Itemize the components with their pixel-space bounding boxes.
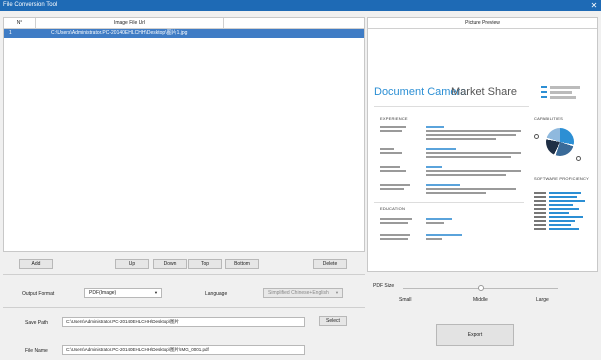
title-bar: File Conversion Tool ✕: [0, 0, 601, 11]
output-format-label: Output Format: [22, 291, 55, 297]
row-url: C:\Users\Administrator.PC-20140EHLCHH\De…: [51, 30, 188, 36]
image-file-list[interactable]: N° Image File Url 1 C:\Users\Administrat…: [3, 17, 365, 252]
chevron-down-icon: ▼: [335, 290, 339, 295]
column-header-number[interactable]: N°: [4, 18, 36, 29]
window-title: File Conversion Tool: [3, 2, 58, 8]
divider: [3, 307, 365, 308]
output-format-value: PDF(Image): [89, 290, 117, 296]
pdf-size-middle: Middle: [473, 297, 488, 303]
preview-header: Picture Preview: [368, 18, 597, 29]
delete-button[interactable]: Delete: [313, 259, 347, 269]
export-button[interactable]: Export: [436, 324, 514, 346]
output-format-select[interactable]: PDF(Image) ▼: [84, 288, 162, 298]
doc-section-experience: EXPERIENCE: [380, 116, 408, 121]
picture-preview-panel: Picture Preview Document Camera Market S…: [367, 17, 598, 272]
top-button[interactable]: Top: [188, 259, 222, 269]
doc-side-capabilities: CAPABILITIES: [534, 116, 564, 121]
save-path-label: Save Path: [25, 320, 49, 326]
file-name-field[interactable]: C:\Users\Administrator.PC-20140EHLCHH\De…: [62, 345, 305, 355]
doc-section-education: EDUCATION: [380, 206, 406, 211]
bottom-button[interactable]: Bottom: [225, 259, 259, 269]
capabilities-pie: [546, 128, 574, 156]
list-header: N° Image File Url: [4, 18, 364, 29]
pdf-size-large: Large: [536, 297, 549, 303]
select-button[interactable]: Select: [319, 316, 347, 326]
language-select[interactable]: Simplified Chinese+English ▼: [263, 288, 343, 298]
row-number: 1: [9, 30, 12, 36]
column-header-url[interactable]: Image File Url: [36, 18, 224, 29]
doc-side-software: SOFTWARE PROFICIENCY: [534, 176, 589, 181]
language-label: Language: [205, 291, 228, 297]
doc-legend: [541, 86, 591, 100]
preview-image: Document Camera Market Share EXPERIENCE: [371, 66, 596, 264]
app-window: File Conversion Tool ✕ N° Image File Url…: [0, 0, 601, 360]
down-button[interactable]: Down: [153, 259, 187, 269]
doc-title-right: Market Share: [451, 86, 518, 98]
divider: [3, 274, 365, 275]
language-value: Simplified Chinese+English: [268, 290, 329, 296]
pdf-size-small: Small: [399, 297, 412, 303]
chevron-down-icon: ▼: [154, 290, 158, 295]
pdf-size-label: PDF Size: [373, 283, 395, 289]
pdf-size-slider-thumb[interactable]: [477, 285, 484, 291]
file-name-label: File Name: [25, 348, 48, 354]
close-icon[interactable]: ✕: [589, 0, 599, 11]
table-row[interactable]: 1 C:\Users\Administrator.PC-20140EHLCHH\…: [4, 29, 364, 38]
up-button[interactable]: Up: [115, 259, 149, 269]
add-button[interactable]: Add: [19, 259, 53, 269]
save-path-field[interactable]: C:\Users\Administrator.PC-20140EHLCHH\De…: [62, 317, 305, 327]
